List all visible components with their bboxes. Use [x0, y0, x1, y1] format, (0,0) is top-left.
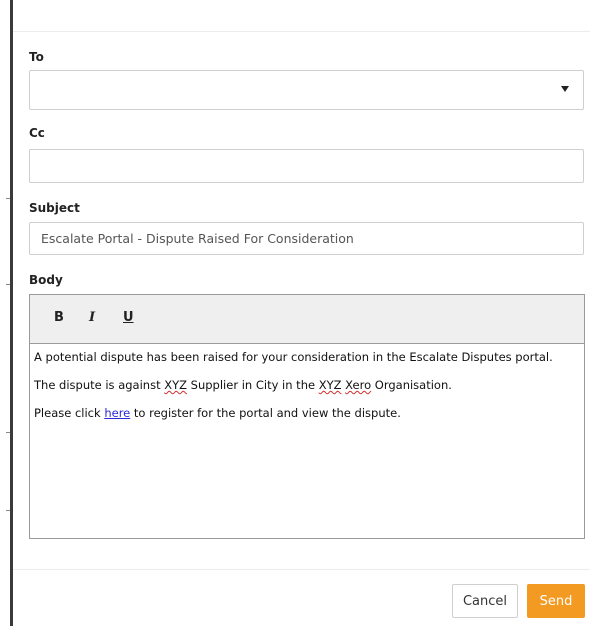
body-paragraph-2: The dispute is against XYZ Supplier in C…: [34, 377, 580, 393]
spellcheck-word: Xero: [345, 378, 372, 392]
subject-label: Subject: [29, 201, 80, 215]
window-edge: [10, 0, 13, 626]
body-paragraph-3: Please click here to register for the po…: [34, 405, 580, 421]
body-text-segment: Organisation.: [371, 378, 452, 392]
to-label: To: [29, 50, 44, 64]
body-text-segment: The dispute is against: [34, 378, 165, 392]
header-divider: [13, 31, 590, 32]
italic-button[interactable]: I: [89, 310, 95, 325]
spellcheck-word: XYZ: [164, 378, 188, 392]
cc-input[interactable]: [29, 149, 584, 183]
body-editor[interactable]: B I U A potential dispute has been raise…: [29, 294, 585, 539]
body-text-segment: Supplier in City in the: [187, 378, 319, 392]
subject-input[interactable]: Escalate Portal - Dispute Raised For Con…: [29, 222, 584, 255]
body-label: Body: [29, 273, 63, 287]
to-select[interactable]: [29, 70, 584, 110]
cancel-button[interactable]: Cancel: [452, 584, 518, 618]
body-content[interactable]: A potential dispute has been raised for …: [34, 349, 580, 433]
editor-toolbar: B I U: [30, 295, 584, 344]
bold-button[interactable]: B: [54, 310, 64, 325]
email-dialog: To Cc Subject Escalate Portal - Dispute …: [0, 0, 590, 626]
spellcheck-word: XYZ: [318, 378, 342, 392]
register-link[interactable]: here: [104, 406, 130, 420]
underline-button[interactable]: U: [123, 310, 134, 325]
send-button[interactable]: Send: [527, 584, 585, 618]
body-text-segment: Please click: [34, 406, 105, 420]
body-text-segment: to register for the portal and view the …: [130, 406, 401, 420]
footer-divider: [13, 569, 590, 570]
body-paragraph-1: A potential dispute has been raised for …: [34, 350, 553, 364]
subject-input-value: Escalate Portal - Dispute Raised For Con…: [41, 231, 354, 246]
cc-label: Cc: [29, 126, 45, 140]
chevron-down-icon[interactable]: [561, 86, 569, 92]
